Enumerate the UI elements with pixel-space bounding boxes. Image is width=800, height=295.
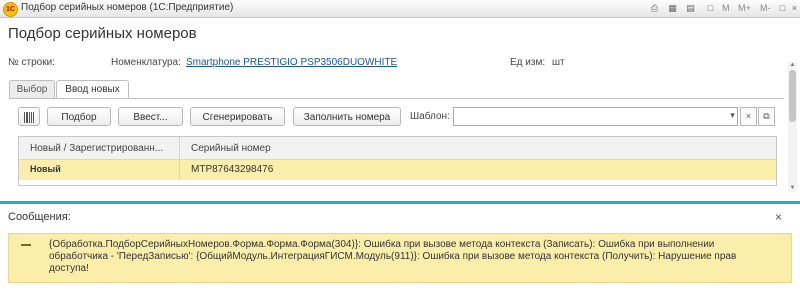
template-open-icon[interactable]: ⧉ [758,107,775,126]
barcode-icon [24,112,34,123]
print-icon[interactable]: ⎙ [648,2,661,14]
template-clear-icon[interactable]: × [740,107,757,126]
vertical-scrollbar[interactable]: ▲ ▼ [788,62,797,192]
select-button[interactable]: Подбор [47,107,111,126]
nomenclature-label: Номенклатура: [111,57,181,68]
barcode-button[interactable] [18,107,40,126]
form-title: Подбор серийных номеров [8,25,197,42]
cell-status: Новый [30,164,61,174]
m-button[interactable]: M [722,3,730,13]
row-number-label: № строки: [8,57,55,68]
calculator-icon[interactable]: ▤ [684,2,697,14]
fill-numbers-button[interactable]: Заполнить номера [293,107,401,126]
window-title: Подбор серийных номеров (1С:Предприятие) [21,2,234,13]
window-titlebar: 1С Подбор серийных номеров (1С:Предприят… [0,0,800,18]
scrollbar-thumb[interactable] [789,70,796,122]
table-header: Новый / Зарегистрированн... Серийный ном… [19,137,776,160]
message-dash-icon [21,244,31,246]
scroll-down-icon[interactable]: ▼ [788,185,797,192]
message-item[interactable]: {Обработка.ПодборСерийныхНомеров.Форма.Ф… [8,233,792,283]
message-text: {Обработка.ПодборСерийныхНомеров.Форма.Ф… [49,239,737,274]
close-messages-icon[interactable]: × [775,210,782,224]
app-logo-icon: 1С [3,2,18,17]
column-divider [179,160,180,180]
unit-label: Ед изм: [510,57,546,68]
messages-title: Сообщения: [8,211,71,223]
nomenclature-link[interactable]: Smartphone PRESTIGIO PSP3506DUOWHITE [186,57,397,68]
scroll-up-icon[interactable]: ▲ [788,62,797,69]
generate-button[interactable]: Сгенерировать [190,107,285,126]
close-window-icon[interactable]: × [788,2,800,14]
template-label: Шаблон: [410,111,450,122]
enter-button[interactable]: Ввест... [118,107,183,126]
column-divider [179,137,180,159]
m-plus-button[interactable]: M+ [738,3,751,13]
column-header-serial[interactable]: Серийный номер [191,143,271,154]
messages-splitter[interactable] [0,201,800,204]
serial-numbers-table: Новый / Зарегистрированн... Серийный ном… [18,136,777,186]
template-input[interactable] [453,107,738,126]
cell-serial[interactable]: MTP87643298476 [191,164,273,175]
template-dropdown-icon[interactable]: ▾ [724,107,741,126]
m-minus-button[interactable]: M- [760,3,771,13]
calendar-icon[interactable]: ▦ [666,2,679,14]
doc-icon[interactable]: □ [704,2,717,14]
tab-enter-new[interactable]: Ввод новых [56,80,129,99]
tab-select[interactable]: Выбор [9,80,55,98]
column-header-status[interactable]: Новый / Зарегистрированн... [30,143,163,154]
table-row[interactable]: Новый MTP87643298476 [19,160,776,180]
unit-value: шт [552,57,565,68]
